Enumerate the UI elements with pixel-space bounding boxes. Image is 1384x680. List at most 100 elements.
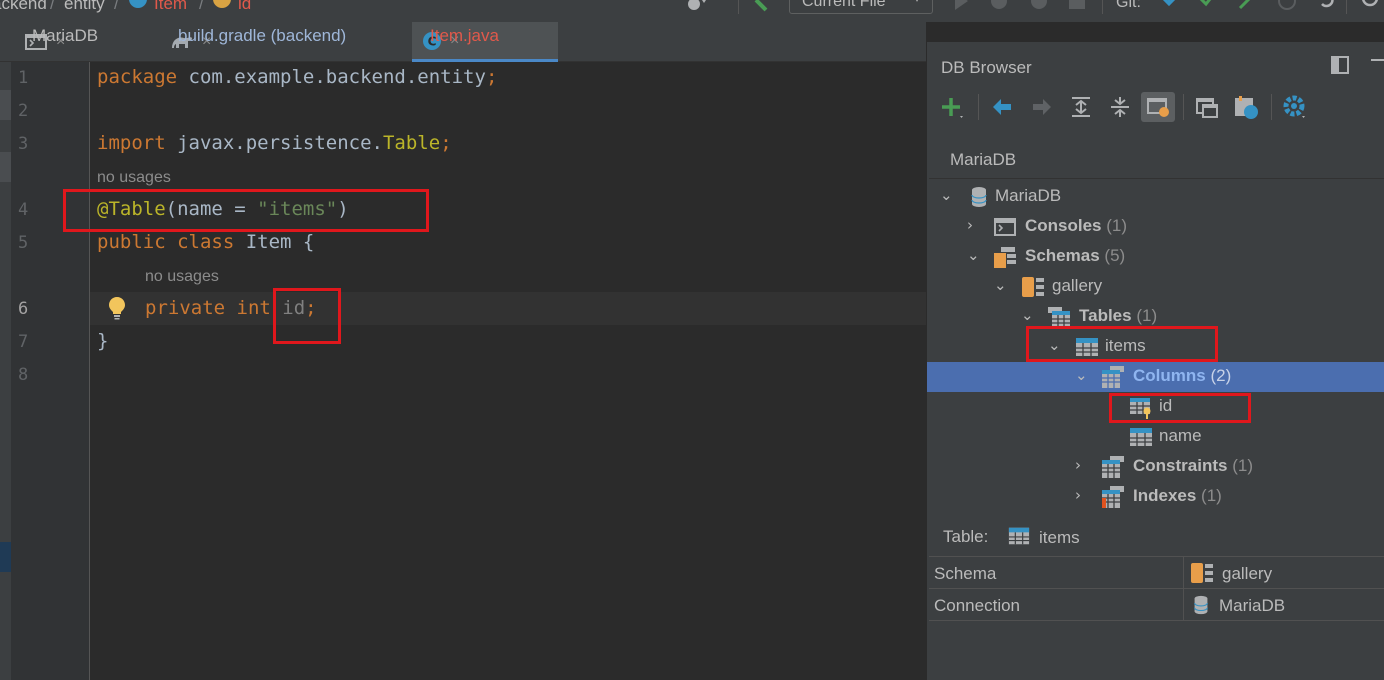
chevron-down-icon[interactable]: ⌄ [940, 186, 953, 204]
strip-marker [0, 152, 11, 182]
restore-layout-icon[interactable] [1330, 55, 1350, 75]
import-package: javax.persistence. [165, 132, 383, 154]
tree-node-name: Columns [1133, 366, 1206, 385]
package-name: com.example.backend.entity [177, 66, 486, 88]
tree-node-indexes[interactable]: › Indexes (1) [927, 482, 1384, 512]
line-number: 3 [18, 134, 29, 154]
navigate-forward-icon[interactable] [1029, 94, 1055, 120]
debug-icon[interactable] [988, 0, 1010, 12]
property-value: gallery [1222, 564, 1273, 583]
connection-selector[interactable]: MariaDB [950, 150, 1016, 170]
tree-node-schemas[interactable]: ⌄ Schemas (5) [927, 242, 1384, 272]
breadcrumb-separator: / [199, 0, 204, 13]
toolbar-separator [738, 0, 739, 14]
line-number: 7 [18, 332, 29, 352]
run-icon[interactable] [950, 0, 972, 12]
tree-node-gallery[interactable]: ⌄ gallery [927, 272, 1384, 302]
breadcrumb-item-backend[interactable]: ackend [0, 0, 47, 14]
class-icon [129, 0, 147, 8]
highlight-box-id-column [1109, 393, 1251, 423]
tree-node-count: (1) [1201, 486, 1222, 505]
tab-mariadb[interactable]: MariaDB × [14, 22, 160, 62]
chevron-down-icon: ▾ [914, 0, 920, 5]
tree-node-mariadb[interactable]: ⌄ MariaDB [927, 182, 1384, 212]
history-icon[interactable] [1276, 0, 1298, 12]
code-line-3[interactable]: import javax.persistence.Table; [97, 132, 452, 154]
tree-node-name: Consoles [1025, 216, 1102, 235]
more-options-icon[interactable] [1367, 55, 1384, 75]
line-number: 8 [18, 365, 29, 385]
build-hammer-icon[interactable] [752, 0, 774, 12]
code-line-1[interactable]: package com.example.backend.entity; [97, 66, 497, 88]
chevron-right-icon[interactable]: › [1075, 456, 1081, 474]
tab-build-gradle[interactable]: build.gradle (backend) × [160, 22, 412, 62]
git-update-icon[interactable] [1158, 0, 1180, 12]
tree-node-count: (2) [1210, 366, 1232, 385]
code-line-7[interactable]: } [97, 330, 108, 352]
chevron-right-icon[interactable]: › [1075, 486, 1081, 504]
tree-node-columns[interactable]: ⌄ Columns (2) [927, 362, 1384, 392]
left-tool-strip [0, 62, 11, 680]
schema-icon [1191, 563, 1213, 583]
tree-node-label: Schemas (5) [1025, 246, 1125, 266]
semicolon: ; [485, 66, 498, 88]
search-icon[interactable] [1360, 0, 1382, 12]
chevron-down-icon[interactable]: ⌄ [1021, 306, 1034, 324]
code-line-5[interactable]: public class Item { [97, 231, 314, 253]
run-configuration-select[interactable]: Current File ▾ [789, 0, 933, 14]
collapse-all-icon[interactable] [1107, 94, 1133, 120]
indexes-icon [1102, 486, 1124, 508]
table-icon [1008, 527, 1030, 545]
tab-item-java[interactable]: C Item.java × [412, 22, 558, 62]
highlight-box-table-annotation [63, 189, 429, 232]
code-editor[interactable] [0, 62, 926, 680]
strip-marker [0, 90, 11, 120]
toolbar-separator [978, 94, 979, 120]
toggle-button-active[interactable] [1141, 92, 1175, 122]
tree-node-label: MariaDB [995, 186, 1062, 205]
property-key: Schema [934, 564, 997, 583]
chevron-down-icon[interactable]: ⌄ [967, 246, 980, 264]
add-icon[interactable] [940, 94, 966, 120]
chevron-down-icon[interactable]: ⌄ [994, 276, 1007, 294]
divider [929, 588, 1384, 589]
tree-node-name: Indexes [1133, 486, 1197, 505]
breadcrumb-item-id[interactable]: id [238, 0, 251, 14]
tree-node-count: (1) [1136, 306, 1158, 325]
navigate-back-icon[interactable] [989, 94, 1015, 120]
schedule-console-icon[interactable] [1233, 94, 1259, 120]
tree-node-column-name[interactable]: name [927, 422, 1384, 452]
tree-node-name: Schemas [1025, 246, 1100, 265]
tree-node-name: Tables [1079, 306, 1132, 325]
git-push-icon[interactable] [1236, 0, 1258, 12]
lightbulb-icon[interactable] [108, 296, 126, 320]
divider [1183, 556, 1184, 620]
close-brace: } [97, 330, 109, 352]
breadcrumb-item-item[interactable]: Item [154, 0, 187, 14]
breadcrumb-item-entity[interactable]: entity [64, 0, 105, 14]
tree-node-name: Constraints [1133, 456, 1228, 475]
settings-gear-icon[interactable] [1282, 94, 1308, 120]
divider [929, 620, 1384, 621]
property-value: MariaDB [1219, 596, 1286, 615]
keyword-public-class: public class [97, 231, 235, 253]
tree-node-constraints[interactable]: › Constraints (1) [927, 452, 1384, 482]
tree-node-consoles[interactable]: › Consoles (1) [927, 212, 1384, 242]
no-usages-hint[interactable]: no usages [97, 169, 171, 187]
run-configuration-label: Current File [802, 0, 886, 10]
git-commit-icon[interactable] [1196, 0, 1218, 12]
chevron-down-icon[interactable]: ⌄ [1075, 366, 1088, 384]
open-sql-console-icon[interactable] [1194, 94, 1220, 120]
expand-all-icon[interactable] [1068, 94, 1094, 120]
git-label: Git: [1116, 0, 1141, 11]
divider [929, 556, 1384, 557]
user-icon[interactable] [684, 0, 706, 12]
class-name: Item [234, 231, 303, 253]
stop-icon[interactable] [1066, 0, 1088, 12]
no-usages-hint[interactable]: no usages [145, 268, 219, 286]
chevron-right-icon[interactable]: › [967, 216, 973, 234]
toolbar-separator [1271, 94, 1272, 120]
coverage-icon[interactable] [1028, 0, 1050, 12]
column-icon [1130, 428, 1152, 446]
rollback-icon[interactable] [1316, 0, 1338, 12]
